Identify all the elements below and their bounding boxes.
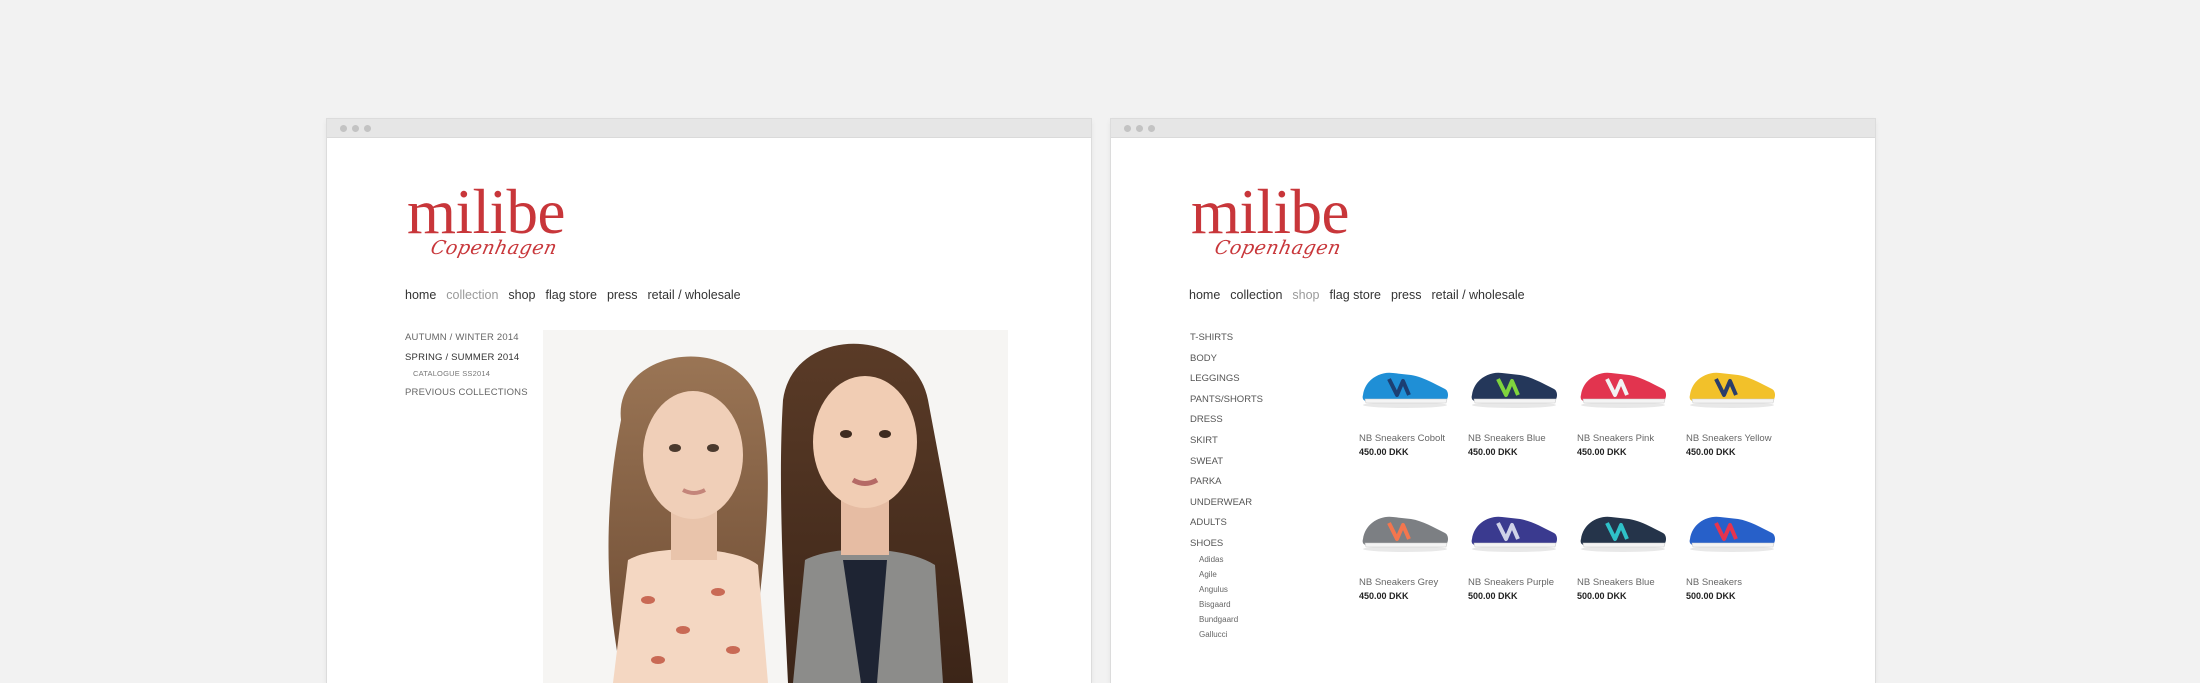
nav-press[interactable]: press xyxy=(1391,288,1422,302)
category-sweat[interactable]: SWEAT xyxy=(1190,456,1263,477)
main-nav: home collection shop flag store press re… xyxy=(1189,288,1525,302)
logo-script: Copenhagen xyxy=(428,237,560,259)
category-adults[interactable]: ADULTS xyxy=(1190,517,1263,538)
milibe-logo[interactable]: milibe Copenhagen xyxy=(1191,181,1361,271)
product-name[interactable]: NB Sneakers xyxy=(1686,577,1794,588)
main-nav: home collection shop flag store press re… xyxy=(405,288,741,302)
nav-retail-wholesale[interactable]: retail / wholesale xyxy=(648,288,741,302)
window-minimize-dot[interactable] xyxy=(1136,125,1143,132)
product-price: 450.00 DKK xyxy=(1359,591,1409,601)
window-minimize-dot[interactable] xyxy=(352,125,359,132)
window-titlebar xyxy=(327,119,1091,138)
window-close-dot[interactable] xyxy=(1124,125,1131,132)
product-name[interactable]: NB Sneakers Grey xyxy=(1359,577,1467,588)
window-zoom-dot[interactable] xyxy=(364,125,371,132)
sneaker-image[interactable] xyxy=(1686,355,1778,411)
sneaker-image[interactable] xyxy=(1577,355,1669,411)
nav-collection[interactable]: collection xyxy=(1230,288,1282,302)
product-price: 500.00 DKK xyxy=(1468,591,1518,601)
product-name[interactable]: NB Sneakers Blue xyxy=(1468,433,1576,444)
milibe-logo[interactable]: milibe Copenhagen xyxy=(407,181,577,271)
nav-shop[interactable]: shop xyxy=(1292,288,1319,302)
product-name[interactable]: NB Sneakers Blue xyxy=(1577,577,1685,588)
brand-gallucci[interactable]: Gallucci xyxy=(1199,630,1263,645)
product-price: 500.00 DKK xyxy=(1577,591,1627,601)
window-close-dot[interactable] xyxy=(340,125,347,132)
brand-angulus[interactable]: Angulus xyxy=(1199,585,1263,600)
product-card[interactable]: NB Sneakers Purple 500.00 DKK xyxy=(1468,499,1576,601)
category-underwear[interactable]: UNDERWEAR xyxy=(1190,497,1263,518)
logo-script: Copenhagen xyxy=(1212,237,1344,259)
category-body[interactable]: BODY xyxy=(1190,353,1263,374)
category-t-shirts[interactable]: T-SHIRTS xyxy=(1190,332,1263,353)
category-leggings[interactable]: LEGGINGS xyxy=(1190,373,1263,394)
sneaker-image[interactable] xyxy=(1577,499,1669,555)
product-card[interactable]: NB Sneakers Cobolt 450.00 DKK xyxy=(1359,355,1467,457)
product-name[interactable]: NB Sneakers Cobolt xyxy=(1359,433,1467,444)
brand-agile[interactable]: Agile xyxy=(1199,570,1263,585)
window-zoom-dot[interactable] xyxy=(1148,125,1155,132)
logo-wordmark: milibe xyxy=(1191,177,1349,247)
nav-home[interactable]: home xyxy=(1189,288,1220,302)
collection-sidebar: AUTUMN / WINTER 2014 SPRING / SUMMER 201… xyxy=(405,332,528,407)
shoe-brand-list: Adidas Agile Angulus Bisgaard Bundgaard … xyxy=(1199,555,1263,646)
product-card[interactable]: NB Sneakers 500.00 DKK xyxy=(1686,499,1794,601)
sidebar-item-catalogue[interactable]: CATALOGUE SS2014 xyxy=(413,369,528,378)
brand-bisgaard[interactable]: Bisgaard xyxy=(1199,600,1263,615)
product-name[interactable]: NB Sneakers Pink xyxy=(1577,433,1685,444)
brand-adidas[interactable]: Adidas xyxy=(1199,555,1263,570)
product-card[interactable]: NB Sneakers Yellow 450.00 DKK xyxy=(1686,355,1794,457)
product-card[interactable]: NB Sneakers Blue 450.00 DKK xyxy=(1468,355,1576,457)
sneaker-image[interactable] xyxy=(1359,355,1451,411)
nav-flag-store[interactable]: flag store xyxy=(1330,288,1381,302)
product-price: 500.00 DKK xyxy=(1686,591,1736,601)
nav-collection[interactable]: collection xyxy=(446,288,498,302)
product-name[interactable]: NB Sneakers Yellow xyxy=(1686,433,1794,444)
window-titlebar xyxy=(1111,119,1875,138)
product-price: 450.00 DKK xyxy=(1359,447,1409,457)
sidebar-item-previous[interactable]: PREVIOUS COLLECTIONS xyxy=(405,387,528,398)
nav-shop[interactable]: shop xyxy=(508,288,535,302)
product-price: 450.00 DKK xyxy=(1686,447,1736,457)
browser-window-collection: milibe Copenhagen home collection shop f… xyxy=(327,119,1091,683)
category-pants-shorts[interactable]: PANTS/SHORTS xyxy=(1190,394,1263,415)
product-price: 450.00 DKK xyxy=(1577,447,1627,457)
girls-portrait-image xyxy=(543,330,1008,683)
product-price: 450.00 DKK xyxy=(1468,447,1518,457)
product-card[interactable]: NB Sneakers Grey 450.00 DKK xyxy=(1359,499,1467,601)
category-sidebar: T-SHIRTS BODY LEGGINGS PANTS/SHORTS DRES… xyxy=(1190,332,1263,646)
nav-retail-wholesale[interactable]: retail / wholesale xyxy=(1432,288,1525,302)
category-skirt[interactable]: SKIRT xyxy=(1190,435,1263,456)
sneaker-image[interactable] xyxy=(1468,355,1560,411)
sidebar-item-autumn-winter[interactable]: AUTUMN / WINTER 2014 xyxy=(405,332,528,343)
product-card[interactable]: NB Sneakers Pink 450.00 DKK xyxy=(1577,355,1685,457)
product-card[interactable]: NB Sneakers Blue 500.00 DKK xyxy=(1577,499,1685,601)
nav-flag-store[interactable]: flag store xyxy=(546,288,597,302)
nav-press[interactable]: press xyxy=(607,288,638,302)
product-name[interactable]: NB Sneakers Purple xyxy=(1468,577,1576,588)
logo-wordmark: milibe xyxy=(407,177,565,247)
sneaker-image[interactable] xyxy=(1468,499,1560,555)
sidebar-item-spring-summer[interactable]: SPRING / SUMMER 2014 xyxy=(405,352,528,363)
nav-home[interactable]: home xyxy=(405,288,436,302)
category-parka[interactable]: PARKA xyxy=(1190,476,1263,497)
collection-photo xyxy=(543,330,1008,683)
sneaker-image[interactable] xyxy=(1686,499,1778,555)
browser-window-shop: milibe Copenhagen home collection shop f… xyxy=(1111,119,1875,683)
sneaker-image[interactable] xyxy=(1359,499,1451,555)
brand-bundgaard[interactable]: Bundgaard xyxy=(1199,615,1263,630)
category-dress[interactable]: DRESS xyxy=(1190,414,1263,435)
